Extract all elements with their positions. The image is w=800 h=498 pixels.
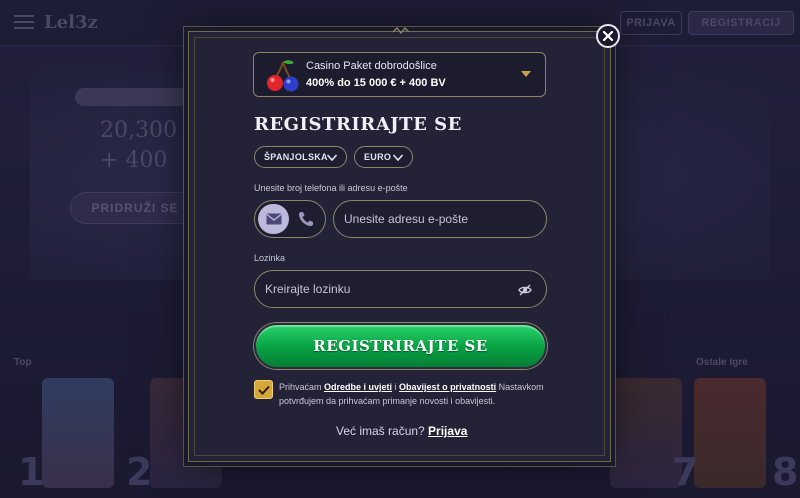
section-title-top: Top	[14, 357, 32, 368]
close-icon	[602, 30, 614, 42]
rank-number: 7	[672, 450, 699, 494]
terms-mid: i	[392, 382, 400, 392]
terms-link[interactable]: Odredbe i uvjeti	[324, 382, 392, 392]
header-register-button: REGISTRACIJ	[688, 11, 794, 35]
email-toggle-button[interactable]	[258, 204, 289, 234]
banner-bonus: + 400	[100, 148, 168, 173]
site-logo: Lel3z	[44, 12, 98, 33]
promo-amount: 400% do 15 000 € + 400 BV	[306, 77, 446, 89]
currency-select[interactable]: EURO	[354, 146, 413, 168]
eye-slash-icon[interactable]	[518, 284, 532, 296]
banner-amount: 20,300	[100, 118, 177, 143]
promo-title: Casino Paket dobrodošlice	[306, 60, 437, 72]
country-select[interactable]: ŠPANJOLSKA	[254, 146, 347, 168]
game-card	[42, 378, 114, 488]
password-label: Lozinka	[254, 253, 286, 263]
modal-title: REGISTRIRAJTE SE	[254, 114, 462, 135]
rank-number: 1	[18, 450, 45, 494]
envelope-icon	[266, 213, 281, 225]
welcome-package-select[interactable]: Casino Paket dobrodošlice 400% do 15 000…	[253, 52, 546, 97]
game-card	[694, 378, 766, 488]
contact-type-toggle	[254, 200, 326, 238]
password-input[interactable]: Kreirajte lozinku	[254, 270, 547, 308]
checkmark-icon	[257, 385, 270, 395]
section-title-other: Ostale Igre	[696, 357, 748, 368]
terms-text: Prihvaćam Odredbe i uvjeti i Obavijest o…	[279, 380, 547, 408]
login-prompt: Već imaš račun? Prijava	[336, 424, 467, 438]
contact-label: Unesite broj telefona ili adresu e-pošte	[254, 183, 408, 193]
banner-join-button: PRIDRUŽI SE	[70, 192, 200, 224]
cherries-icon	[267, 60, 299, 92]
login-link[interactable]: Prijava	[428, 424, 467, 438]
ornament-icon	[392, 26, 410, 35]
banner-pill	[75, 88, 195, 106]
email-placeholder: Unesite adresu e-pošte	[344, 212, 469, 226]
chevron-down-icon	[392, 154, 404, 162]
terms-pre: Prihvaćam	[279, 382, 325, 392]
email-input[interactable]: Unesite adresu e-pošte	[333, 200, 547, 238]
rank-number: 8	[772, 450, 799, 494]
terms-checkbox[interactable]	[254, 380, 273, 399]
password-placeholder: Kreirajte lozinku	[265, 282, 351, 296]
chevron-down-icon	[326, 154, 338, 162]
chevron-down-icon	[521, 71, 531, 77]
rank-number: 2	[126, 450, 153, 494]
register-submit-button[interactable]: REGISTRIRAJTE SE	[254, 323, 547, 369]
privacy-link[interactable]: Obavijest o privatnosti	[399, 382, 496, 392]
currency-select-value: EURO	[364, 152, 392, 162]
menu-icon	[14, 15, 34, 29]
header-login-button: PRIJAVA	[620, 11, 682, 35]
phone-icon[interactable]	[297, 210, 315, 228]
have-account-text: Već imaš račun?	[336, 424, 429, 438]
close-button[interactable]	[596, 24, 620, 48]
country-select-value: ŠPANJOLSKA	[264, 152, 328, 162]
